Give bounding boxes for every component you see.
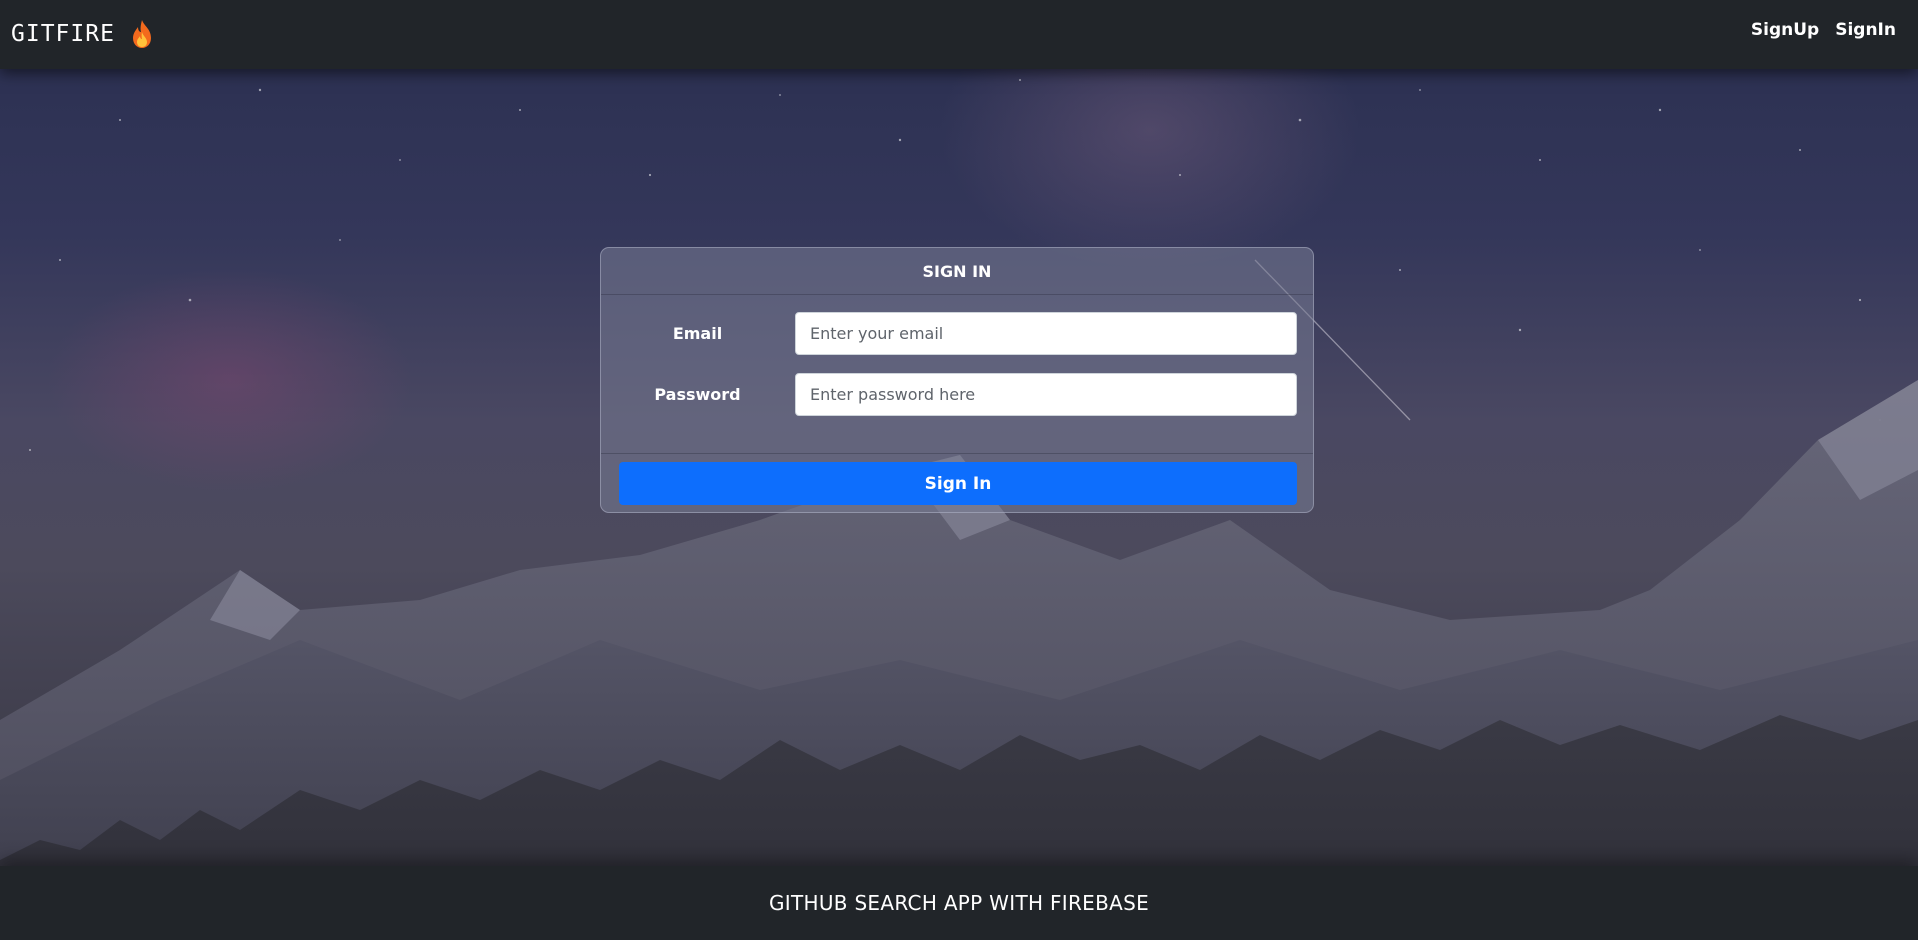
password-label: Password bbox=[654, 385, 741, 404]
fire-icon bbox=[129, 19, 155, 49]
nav-link-signin[interactable]: SignIn bbox=[1835, 20, 1896, 40]
nav-link-signup[interactable]: SignUp bbox=[1751, 20, 1819, 40]
footer-text: GITHUB SEARCH APP WITH FIREBASE bbox=[768, 891, 1150, 915]
signin-card: SIGN IN Email Password Sign In bbox=[600, 247, 1314, 513]
brand[interactable]: GITFIRE bbox=[11, 17, 155, 51]
card-header: SIGN IN bbox=[601, 248, 1313, 295]
brand-name: GITFIRE bbox=[11, 21, 115, 47]
email-row: Email bbox=[601, 312, 1313, 355]
nav-links: SignUp SignIn bbox=[1751, 20, 1896, 40]
password-input[interactable] bbox=[795, 373, 1297, 416]
signin-button[interactable]: Sign In bbox=[619, 462, 1297, 505]
card-footer-divider bbox=[601, 453, 1313, 454]
email-input[interactable] bbox=[795, 312, 1297, 355]
page-footer: GITHUB SEARCH APP WITH FIREBASE bbox=[0, 866, 1918, 940]
card-title: SIGN IN bbox=[922, 261, 992, 281]
top-navbar: GITFIRE SignUp SignIn bbox=[0, 0, 1918, 69]
password-row: Password bbox=[601, 373, 1313, 416]
email-label: Email bbox=[672, 324, 723, 343]
